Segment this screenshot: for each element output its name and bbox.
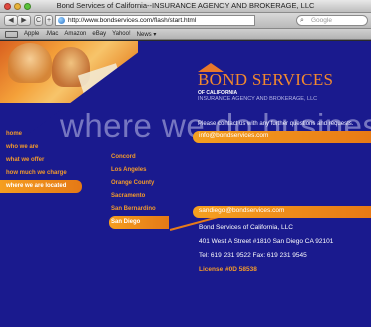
office-street-address: 401 West A Street #1810 San Diego CA 921… — [199, 238, 334, 245]
nav-item-who-we-are[interactable]: who we are — [6, 141, 82, 154]
search-placeholder: Google — [311, 17, 332, 24]
logo-name: BOND SERVICES — [198, 70, 334, 89]
search-icon: ⌕ — [300, 17, 304, 24]
reload-button[interactable]: C — [34, 15, 43, 26]
reload-icon: C — [35, 17, 42, 24]
office-phone-fax: Tel: 619 231 9522 Fax: 619 231 9545 — [199, 252, 307, 259]
window-titlebar: Bond Services of California--INSURANCE A… — [0, 0, 371, 13]
city-item-orange-county[interactable]: Orange County — [111, 177, 169, 190]
bookmark-item[interactable]: .Mac — [45, 31, 58, 37]
browser-toolbar: ◀ ▶ C + http://www.bondservices.com/flas… — [0, 13, 371, 29]
office-name: Bond Services of California, LLC — [199, 224, 293, 231]
address-bar[interactable]: http://www.bondservices.com/flash/start.… — [55, 15, 255, 26]
page-content: BOND SERVICES OF CALIFORNIA INSURANCE AG… — [0, 41, 371, 327]
office-license: License #0D 58538 — [199, 266, 257, 273]
forward-arrow-icon: ▶ — [21, 17, 27, 24]
search-field[interactable]: ⌕ Google — [296, 15, 368, 26]
office-address-block: Bond Services of California, LLC 401 Wes… — [199, 221, 333, 277]
city-item-san-bernardino[interactable]: San Bernardino — [111, 203, 169, 216]
city-item-concord[interactable]: Concord — [111, 151, 169, 164]
office-email-link[interactable]: sandiego@bondservices.com — [199, 207, 284, 214]
logo-tagline: INSURANCE AGENCY AND BROKERAGE, LLC — [198, 96, 318, 102]
city-item-los-angeles[interactable]: Los Angeles — [111, 164, 169, 177]
plus-icon: + — [46, 17, 52, 24]
main-nav: home who we are what we offer how much w… — [0, 128, 82, 193]
nav-item-what-we-offer[interactable]: what we offer — [6, 154, 82, 167]
back-button[interactable]: ◀ — [4, 15, 18, 26]
city-list: Concord Los Angeles Orange County Sacram… — [109, 151, 169, 229]
bookmarks-book-icon[interactable] — [5, 30, 18, 38]
bookmark-item[interactable]: Yahoo! — [112, 31, 131, 37]
bookmark-item[interactable]: News ▾ — [137, 31, 157, 38]
nav-item-where-we-are-located[interactable]: where we are located — [0, 180, 82, 193]
window-title: Bond Services of California--INSURANCE A… — [56, 1, 315, 10]
add-bookmark-button[interactable]: + — [45, 15, 53, 26]
office-email-band: sandiego@bondservices.com — [193, 206, 371, 218]
contact-email-band: info@bondservices.com — [193, 131, 371, 143]
nav-item-how-much-we-charge[interactable]: how much we charge — [6, 167, 82, 180]
bookmark-item[interactable]: eBay — [92, 31, 106, 37]
city-item-sacramento[interactable]: Sacramento — [111, 190, 169, 203]
forward-button[interactable]: ▶ — [17, 15, 31, 26]
nav-item-home[interactable]: home — [6, 128, 82, 141]
bookmark-item[interactable]: Amazon — [64, 31, 86, 37]
contact-email-link[interactable]: info@bondservices.com — [199, 132, 268, 139]
back-arrow-icon: ◀ — [8, 17, 14, 24]
bookmark-item[interactable]: Apple — [24, 31, 39, 37]
city-item-san-diego[interactable]: San Diego — [109, 216, 169, 229]
bookmarks-bar: Apple .Mac Amazon eBay Yahoo! News ▾ — [0, 29, 371, 40]
contact-note: Please contact us with any further quest… — [198, 121, 354, 127]
address-bar-url: http://www.bondservices.com/flash/start.… — [68, 17, 197, 24]
site-globe-icon — [58, 17, 65, 24]
